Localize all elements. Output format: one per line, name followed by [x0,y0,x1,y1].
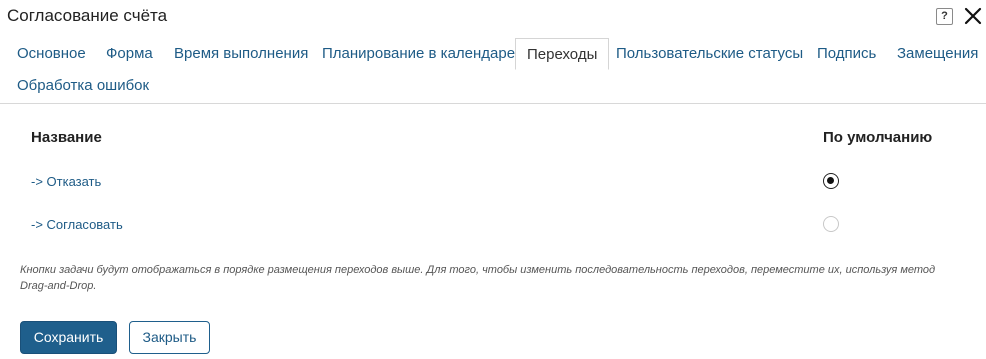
tabs-divider [0,103,986,104]
default-radio-reject[interactable] [823,173,839,189]
dialog-header: Согласование счёта ? [0,0,986,36]
help-icon[interactable]: ? [936,8,953,25]
reorder-hint: Кнопки задачи будут отображаться в поряд… [20,264,936,292]
tab-signature[interactable]: Подпись [806,38,887,70]
tab-basic[interactable]: Основное [6,38,97,70]
default-radio-approve[interactable] [823,216,839,232]
dialog-title: Согласование счёта [7,6,168,25]
tab-transitions[interactable]: Переходы [515,38,610,70]
tab-calendar-planning[interactable]: Планирование в календаре [311,38,526,70]
close-button[interactable]: Закрыть [129,321,210,354]
close-icon[interactable] [963,6,983,26]
column-header-default: По умолчанию [823,129,933,146]
tab-custom-statuses[interactable]: Пользовательские статусы [605,38,814,70]
tab-substitutions[interactable]: Замещения [886,38,986,70]
save-button[interactable]: Сохранить [20,321,117,354]
transition-link-reject[interactable]: -> Отказать [31,174,101,189]
tab-execution-time[interactable]: Время выполнения [163,38,319,70]
column-header-name: Название [31,129,102,146]
transition-link-approve[interactable]: -> Согласовать [31,217,123,232]
tab-form[interactable]: Форма [95,38,164,70]
tab-error-handling[interactable]: Обработка ошибок [6,70,160,102]
